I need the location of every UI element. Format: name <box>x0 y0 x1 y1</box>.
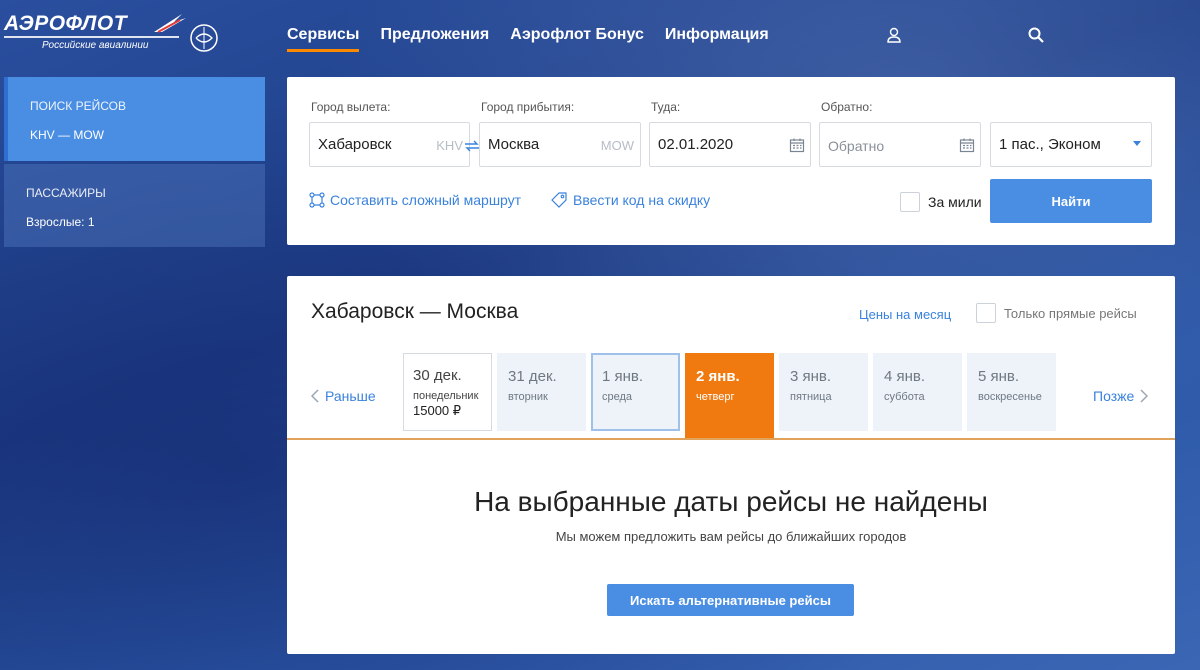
miles-label: За мили <box>928 194 982 210</box>
nav-info[interactable]: Информация <box>665 26 769 52</box>
day-weekday: воскресенье <box>978 391 1042 403</box>
day-tab-selected[interactable]: 2 янв. четверг <box>685 353 774 439</box>
day-tab[interactable]: 31 дек. вторник <box>497 353 586 431</box>
sidebar-passengers-value: Взрослые: 1 <box>26 215 95 229</box>
aeroflot-logo[interactable]: АЭРОФЛОТ Российские авиалинии <box>4 10 219 60</box>
sidebar-search[interactable]: ПОИСК РЕЙСОВ KHV — MOW <box>4 77 265 161</box>
earlier-label: Раньше <box>325 388 376 404</box>
to-field[interactable]: Москва MOW <box>479 122 641 167</box>
day-weekday: четверг <box>696 391 735 403</box>
main-nav: Сервисы Предложения Аэрофлот Бонус Инфор… <box>287 26 769 52</box>
depart-date-value: 02.01.2020 <box>658 136 734 153</box>
search-alternative-button[interactable]: Искать альтернативные рейсы <box>607 584 854 616</box>
search-form: Город вылета: Хабаровск KHV Город прибыт… <box>287 77 1175 245</box>
depart-label: Туда: <box>651 100 681 114</box>
direct-only-checkbox[interactable]: Только прямые рейсы <box>976 303 1137 323</box>
depart-date-field[interactable]: 02.01.2020 <box>649 122 811 167</box>
earlier-button[interactable]: Раньше <box>311 388 376 404</box>
divider <box>287 438 1175 440</box>
user-icon[interactable] <box>885 26 903 44</box>
return-date-placeholder: Обратно <box>828 138 885 154</box>
nav-services[interactable]: Сервисы <box>287 26 360 52</box>
complex-route-link[interactable]: Составить сложный маршрут <box>309 192 521 208</box>
to-label: Город прибытия: <box>481 100 575 114</box>
promo-code-link[interactable]: Ввести код на скидку <box>550 192 710 208</box>
nav-bonus[interactable]: Аэрофлот Бонус <box>510 26 644 52</box>
day-tab[interactable]: 1 янв. среда <box>591 353 680 431</box>
chevron-down-icon <box>1133 141 1141 146</box>
calendar-icon[interactable] <box>789 137 805 153</box>
wing-icon <box>154 14 186 33</box>
sidebar-search-title: ПОИСК РЕЙСОВ <box>30 99 126 113</box>
results-panel: Хабаровск — Москва Цены на месяц Только … <box>287 276 1175 654</box>
sidebar-search-route: KHV — MOW <box>30 128 104 142</box>
day-date: 31 дек. <box>508 368 557 385</box>
tag-icon <box>551 192 567 208</box>
miles-checkbox-box[interactable] <box>900 192 920 212</box>
brand-name: АЭРОФЛОТ <box>4 12 128 35</box>
to-value: Москва <box>488 136 540 153</box>
chevron-right-icon <box>1140 389 1149 403</box>
complex-route-label: Составить сложный маршрут <box>330 192 522 208</box>
brand-subtitle: Российские авиалинии <box>42 40 149 51</box>
passengers-select[interactable]: 1 пас., Эконом <box>990 122 1152 167</box>
logo-underline <box>4 36 179 38</box>
day-tab[interactable]: 3 янв. пятница <box>779 353 868 431</box>
miles-checkbox[interactable]: За мили <box>900 192 982 212</box>
day-weekday: суббота <box>884 391 925 403</box>
chevron-left-icon <box>311 389 319 403</box>
day-weekday: среда <box>602 391 633 403</box>
swap-icon[interactable] <box>464 140 480 152</box>
passengers-value: 1 пас., Эконом <box>999 136 1101 153</box>
day-tab[interactable]: 4 янв. суббота <box>873 353 962 431</box>
route-title: Хабаровск — Москва <box>311 300 519 323</box>
direct-only-box[interactable] <box>976 303 996 323</box>
direct-only-label: Только прямые рейсы <box>1004 305 1137 321</box>
from-code: KHV <box>436 138 463 153</box>
day-date: 3 янв. <box>790 368 832 385</box>
promo-code-label: Ввести код на скидку <box>573 192 711 208</box>
day-tab[interactable]: 5 янв. воскресенье <box>967 353 1056 431</box>
later-label: Позже <box>1093 388 1135 404</box>
return-label: Обратно: <box>821 100 873 114</box>
search-icon[interactable] <box>1027 26 1045 44</box>
to-code: MOW <box>600 138 634 153</box>
from-label: Город вылета: <box>311 100 391 114</box>
day-date: 1 янв. <box>602 368 644 385</box>
day-date: 30 дек. <box>413 367 462 384</box>
nav-offers[interactable]: Предложения <box>380 26 489 52</box>
find-button[interactable]: Найти <box>990 179 1152 223</box>
from-value: Хабаровск <box>318 136 392 153</box>
day-price: 15000 ₽ <box>413 403 462 418</box>
day-weekday: пятница <box>790 391 832 403</box>
day-date: 5 янв. <box>978 368 1020 385</box>
sidebar-passengers[interactable]: ПАССАЖИРЫ Взрослые: 1 <box>4 164 265 247</box>
no-flights-title: На выбранные даты рейсы не найдены <box>474 486 988 517</box>
day-date: 4 янв. <box>884 368 926 385</box>
route-icon <box>309 192 325 208</box>
day-weekday: понедельник <box>413 390 479 402</box>
skyteam-icon <box>190 24 218 52</box>
later-button[interactable]: Позже <box>1093 388 1149 404</box>
calendar-icon[interactable] <box>959 137 975 153</box>
day-weekday: вторник <box>508 391 548 403</box>
month-prices-link[interactable]: Цены на месяц <box>859 307 951 322</box>
day-date: 2 янв. <box>696 368 740 385</box>
from-field[interactable]: Хабаровск KHV <box>309 122 470 167</box>
date-strip: 30 дек. понедельник 15000 ₽ 31 дек. втор… <box>403 353 1056 439</box>
sidebar-passengers-title: ПАССАЖИРЫ <box>26 186 106 200</box>
no-flights-subtitle: Мы можем предложить вам рейсы до ближайш… <box>555 529 907 544</box>
day-tab[interactable]: 30 дек. понедельник 15000 ₽ <box>403 353 492 431</box>
return-date-field[interactable]: Обратно <box>819 122 981 167</box>
